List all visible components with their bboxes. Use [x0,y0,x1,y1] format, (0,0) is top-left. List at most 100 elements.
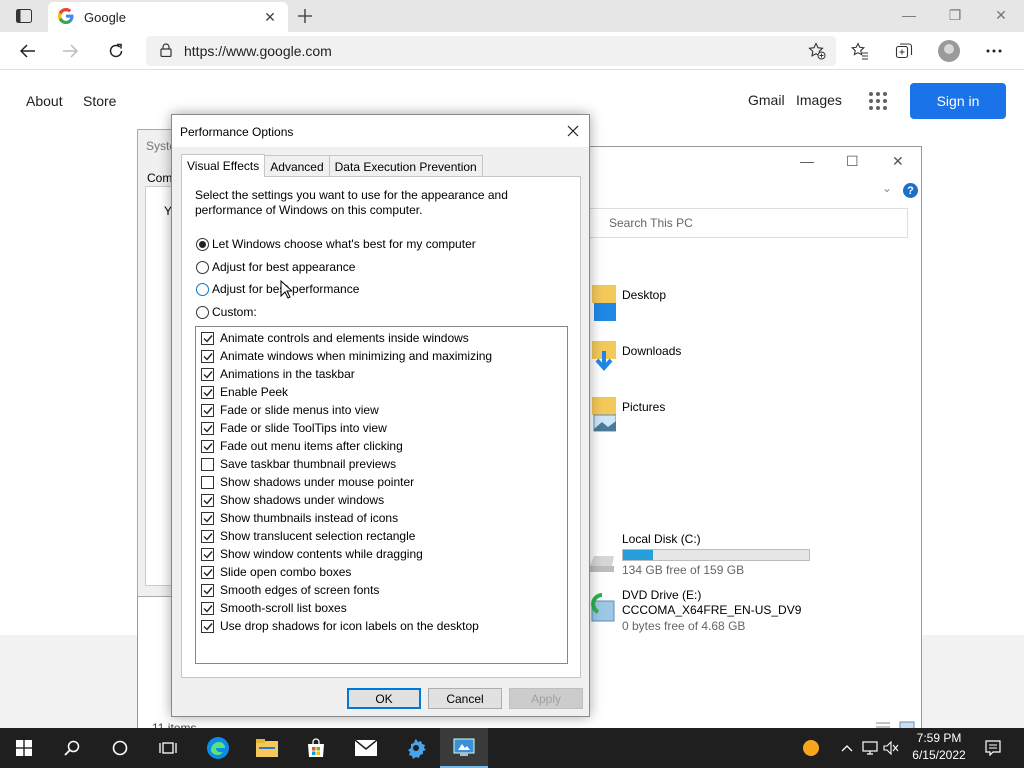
search-icon[interactable] [48,728,96,768]
effect-option[interactable]: Fade or slide menus into view [196,401,567,419]
forward-arrow-icon[interactable] [56,38,84,64]
action-center-icon[interactable] [982,728,1004,768]
address-bar[interactable]: https://www.google.com [146,36,836,66]
effect-option[interactable]: Show shadows under windows [196,491,567,509]
desktop-folder-icon[interactable] [592,285,616,321]
images-link[interactable]: Images [796,92,842,108]
effect-option[interactable]: Animations in the taskbar [196,365,567,383]
radio-button[interactable] [196,237,209,251]
pictures-folder-icon[interactable] [592,397,617,432]
effect-checkbox[interactable] [201,403,214,417]
effect-option[interactable]: Show thumbnails instead of icons [196,509,567,527]
add-favorite-icon[interactable] [806,40,828,62]
effect-checkbox[interactable] [201,565,214,579]
explorer-close-icon[interactable]: ✕ [892,153,904,170]
more-menu-icon[interactable] [980,38,1008,64]
url-text[interactable]: https://www.google.com [184,43,332,59]
effect-option[interactable]: Smooth-scroll list boxes [196,599,567,617]
close-window-icon[interactable]: ✕ [978,0,1024,30]
collections-icon[interactable] [890,38,918,64]
tab-actions-icon[interactable] [10,6,38,26]
effect-option[interactable]: Show window contents while dragging [196,545,567,563]
performance-options-dialog[interactable]: Performance Options Visual Effects Advan… [171,114,590,717]
visual-effects-list[interactable]: Animate controls and elements inside win… [195,326,568,664]
effect-option[interactable]: Fade out menu items after clicking [196,437,567,455]
system-properties-taskbar-icon[interactable] [440,728,488,768]
notification-orange-icon[interactable] [800,728,822,768]
edge-browser-icon[interactable] [194,728,242,768]
tab-data-execution-prevention[interactable]: Data Execution Prevention [328,155,483,176]
task-view-icon[interactable] [144,728,192,768]
folder-pictures[interactable]: Pictures [622,400,665,414]
effect-checkbox[interactable] [201,367,214,381]
store-link[interactable]: Store [83,93,116,109]
minimize-icon[interactable]: — [886,0,932,30]
show-hidden-icons-chevron-icon[interactable] [838,728,856,768]
effect-option[interactable]: Animate controls and elements inside win… [196,329,567,347]
effect-option[interactable]: Use drop shadows for icon labels on the … [196,617,567,635]
explorer-minimize-icon[interactable]: — [800,153,814,169]
ribbon-expand-icon[interactable]: ⌄ [882,181,892,195]
tab-visual-effects[interactable]: Visual Effects [181,154,266,177]
effect-checkbox[interactable] [201,349,214,363]
back-arrow-icon[interactable] [14,38,42,64]
radio-button[interactable] [196,260,209,274]
profile-avatar[interactable] [938,40,960,62]
effect-option[interactable]: Enable Peek [196,383,567,401]
effect-option[interactable]: Fade or slide ToolTips into view [196,419,567,437]
tab-advanced[interactable]: Advanced [264,155,330,176]
dialog-close-icon[interactable] [561,119,585,143]
effect-option[interactable]: Animate windows when minimizing and maxi… [196,347,567,365]
effect-option[interactable]: Slide open combo boxes [196,563,567,581]
mail-icon[interactable] [342,728,390,768]
effect-checkbox[interactable] [201,331,214,345]
dvd-drive-name[interactable]: DVD Drive (E:) [622,588,701,602]
lock-icon[interactable] [160,42,172,60]
radio-button[interactable] [196,305,209,319]
effect-option[interactable]: Show shadows under mouse pointer [196,473,567,491]
explorer-maximize-icon[interactable]: ☐ [846,153,859,170]
effect-checkbox[interactable] [201,439,214,453]
effect-checkbox[interactable] [201,385,214,399]
folder-desktop[interactable]: Desktop [622,288,666,302]
apply-button[interactable]: Apply [509,688,583,709]
folder-downloads[interactable]: Downloads [622,344,681,358]
effect-checkbox[interactable] [201,421,214,435]
local-disk-name[interactable]: Local Disk (C:) [622,532,701,546]
file-explorer-icon[interactable] [243,728,291,768]
browser-tab-google[interactable]: Google ✕ [48,2,288,32]
refresh-icon[interactable] [102,38,130,64]
tab-close-icon[interactable]: ✕ [258,5,282,29]
network-icon[interactable] [860,728,880,768]
effect-checkbox[interactable] [201,529,214,543]
downloads-folder-icon[interactable] [592,341,616,373]
radio-let-windows-choose[interactable]: Let Windows choose what's best for my co… [196,237,476,251]
effect-checkbox[interactable] [201,619,214,633]
radio-best-performance[interactable]: Adjust for best performance [196,282,359,296]
effect-option[interactable]: Show translucent selection rectangle [196,527,567,545]
about-link[interactable]: About [26,93,63,109]
settings-app-icon[interactable] [392,728,440,768]
dvd-drive-icon[interactable] [588,593,615,625]
system-properties-tab[interactable]: Com [147,171,172,185]
google-apps-icon[interactable] [869,92,887,110]
effect-checkbox[interactable] [201,475,214,489]
taskbar-clock[interactable]: 7:59 PM 6/15/2022 [898,730,980,764]
sign-in-button[interactable]: Sign in [910,83,1006,119]
start-windows-icon[interactable] [0,728,48,768]
store-icon[interactable] [292,728,340,768]
restore-icon[interactable]: ❐ [932,0,978,30]
help-icon[interactable]: ? [903,183,918,198]
ok-button[interactable]: OK [347,688,421,709]
radio-custom[interactable]: Custom: [196,305,257,319]
effect-checkbox[interactable] [201,511,214,525]
effect-option[interactable]: Save taskbar thumbnail previews [196,455,567,473]
effect-checkbox[interactable] [201,601,214,615]
radio-best-appearance[interactable]: Adjust for best appearance [196,260,355,274]
effect-option[interactable]: Smooth edges of screen fonts [196,581,567,599]
effect-checkbox[interactable] [201,583,214,597]
effect-checkbox[interactable] [201,547,214,561]
radio-button[interactable] [196,282,209,296]
local-disk-icon[interactable] [588,552,614,584]
favorites-icon[interactable] [846,38,874,64]
